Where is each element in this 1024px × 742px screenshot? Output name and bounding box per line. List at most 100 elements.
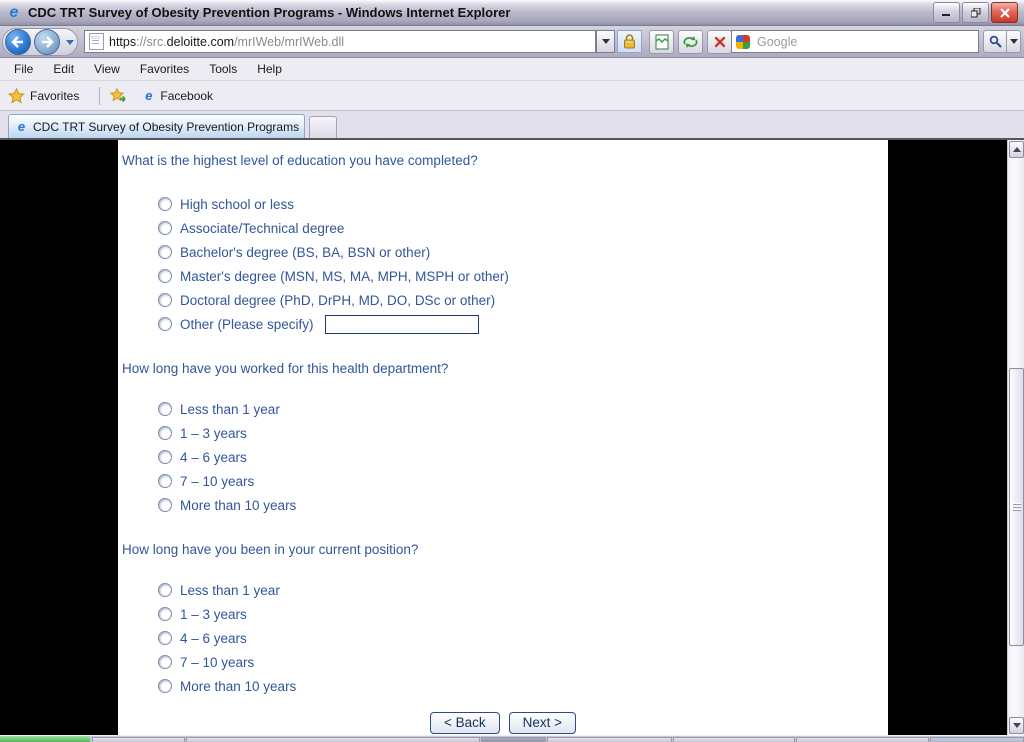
radio-button[interactable] <box>158 583 172 597</box>
radio-button[interactable] <box>158 498 172 512</box>
close-button[interactable] <box>991 2 1018 23</box>
search-go-button[interactable] <box>983 30 1007 53</box>
ie-favicon: e <box>145 88 153 103</box>
radio-label: Associate/Technical degree <box>180 220 345 236</box>
url-text: https://src.deloitte.com/mrIWeb/mrIWeb.d… <box>109 35 344 49</box>
search-input[interactable] <box>755 33 959 50</box>
chevron-down-icon <box>1009 39 1018 44</box>
forward-arrow-icon <box>42 36 54 48</box>
radio-option[interactable]: 4 – 6 years <box>158 445 888 469</box>
start-button[interactable] <box>0 736 90 742</box>
radio-button[interactable] <box>158 402 172 416</box>
toolbar-separator <box>99 86 101 105</box>
refresh-icon <box>683 36 698 48</box>
menu-bar: File Edit View Favorites Tools Help <box>0 58 1024 81</box>
taskbar-button[interactable] <box>796 737 929 742</box>
window-title: CDC TRT Survey of Obesity Prevention Pro… <box>28 5 511 20</box>
radio-option[interactable]: High school or less <box>158 192 888 216</box>
new-tab-button[interactable] <box>309 116 337 138</box>
url-separator: ://src. <box>136 34 167 49</box>
favorites-star-icon[interactable] <box>8 87 25 104</box>
radio-option[interactable]: Less than 1 year <box>158 578 888 602</box>
question-department-tenure: How long have you worked for this health… <box>122 361 449 376</box>
radio-button[interactable] <box>158 474 172 488</box>
radio-option[interactable]: 1 – 3 years <box>158 602 888 626</box>
vertical-scrollbar[interactable] <box>1007 140 1024 735</box>
other-specify-input[interactable] <box>324 314 479 334</box>
triangle-up-icon <box>1012 147 1021 152</box>
radio-option[interactable]: 7 – 10 years <box>158 469 888 493</box>
favorites-button-label[interactable]: Favorites <box>30 89 79 103</box>
radio-option[interactable]: More than 10 years <box>158 674 888 698</box>
taskbar-button[interactable] <box>547 737 672 742</box>
back-nav-button[interactable] <box>5 29 31 55</box>
radio-option[interactable]: Associate/Technical degree <box>158 216 888 240</box>
next-button[interactable]: Next > <box>508 712 577 734</box>
radio-button[interactable] <box>158 679 172 693</box>
taskbar-button[interactable] <box>186 737 480 742</box>
radio-option[interactable]: 1 – 3 years <box>158 421 888 445</box>
menu-help[interactable]: Help <box>247 59 292 79</box>
radio-button[interactable] <box>158 245 172 259</box>
radio-label: 7 – 10 years <box>180 473 255 489</box>
position-tenure-options: Less than 1 year 1 – 3 years 4 – 6 years… <box>158 578 888 698</box>
radio-label: Bachelor's degree (BS, BA, BSN or other) <box>180 244 431 260</box>
minimize-icon <box>942 14 950 16</box>
compatibility-view-button[interactable] <box>649 30 674 54</box>
menu-edit[interactable]: Edit <box>43 59 84 79</box>
scroll-down-button[interactable] <box>1009 717 1024 734</box>
radio-option[interactable]: Master's degree (MSN, MS, MA, MPH, MSPH … <box>158 264 888 288</box>
search-options-dropdown[interactable] <box>1007 30 1021 53</box>
address-bar[interactable]: https://src.deloitte.com/mrIWeb/mrIWeb.d… <box>84 30 596 53</box>
radio-option[interactable]: 4 – 6 years <box>158 626 888 650</box>
taskbar-button[interactable] <box>673 737 795 742</box>
restore-icon <box>970 7 980 17</box>
compatibility-view-icon <box>655 34 668 50</box>
google-logo <box>736 34 750 49</box>
back-button[interactable]: < Back <box>429 712 500 734</box>
favorites-link-facebook[interactable]: e Facebook <box>142 89 213 103</box>
radio-label: High school or less <box>180 196 295 212</box>
add-to-favorites-icon[interactable] <box>110 87 128 104</box>
search-box[interactable] <box>731 30 979 53</box>
restore-button[interactable] <box>962 2 989 23</box>
radio-button[interactable] <box>158 293 172 307</box>
stop-button[interactable] <box>707 30 732 54</box>
menu-file[interactable]: File <box>4 59 43 79</box>
recent-pages-dropdown[interactable] <box>66 40 74 45</box>
radio-button[interactable] <box>158 197 172 211</box>
taskbar-button[interactable] <box>481 737 546 742</box>
security-lock-button[interactable] <box>617 30 642 53</box>
radio-option[interactable]: Doctoral degree (PhD, DrPH, MD, DO, DSc … <box>158 288 888 312</box>
menu-favorites[interactable]: Favorites <box>130 59 199 79</box>
radio-button[interactable] <box>158 317 172 331</box>
radio-button[interactable] <box>158 426 172 440</box>
forward-nav-button[interactable] <box>34 29 60 55</box>
url-scheme: https <box>109 34 137 49</box>
address-dropdown-button[interactable] <box>596 30 615 53</box>
taskbar-tray <box>930 737 1024 742</box>
radio-option[interactable]: Bachelor's degree (BS, BA, BSN or other) <box>158 240 888 264</box>
radio-button[interactable] <box>158 269 172 283</box>
radio-button[interactable] <box>158 631 172 645</box>
radio-label: Doctoral degree (PhD, DrPH, MD, DO, DSc … <box>180 292 496 308</box>
radio-button[interactable] <box>158 607 172 621</box>
radio-option[interactable]: Less than 1 year <box>158 397 888 421</box>
tab-survey[interactable]: e CDC TRT Survey of Obesity Prevention P… <box>8 114 305 138</box>
radio-button[interactable] <box>158 655 172 669</box>
radio-label: More than 10 years <box>180 497 297 513</box>
scrollbar-thumb[interactable] <box>1009 368 1024 646</box>
refresh-button[interactable] <box>678 30 703 54</box>
radio-button[interactable] <box>158 221 172 235</box>
menu-view[interactable]: View <box>84 59 130 79</box>
radio-option-other[interactable]: Other (Please specify) <box>158 312 888 336</box>
radio-option[interactable]: 7 – 10 years <box>158 650 888 674</box>
radio-label: More than 10 years <box>180 678 297 694</box>
taskbar-button[interactable] <box>92 737 185 742</box>
radio-option[interactable]: More than 10 years <box>158 493 888 517</box>
radio-button[interactable] <box>158 450 172 464</box>
scroll-up-button[interactable] <box>1009 141 1024 158</box>
menu-tools[interactable]: Tools <box>199 59 247 79</box>
url-path: /mrIWeb/mrIWeb.dll <box>234 34 345 49</box>
minimize-button[interactable] <box>933 2 960 23</box>
